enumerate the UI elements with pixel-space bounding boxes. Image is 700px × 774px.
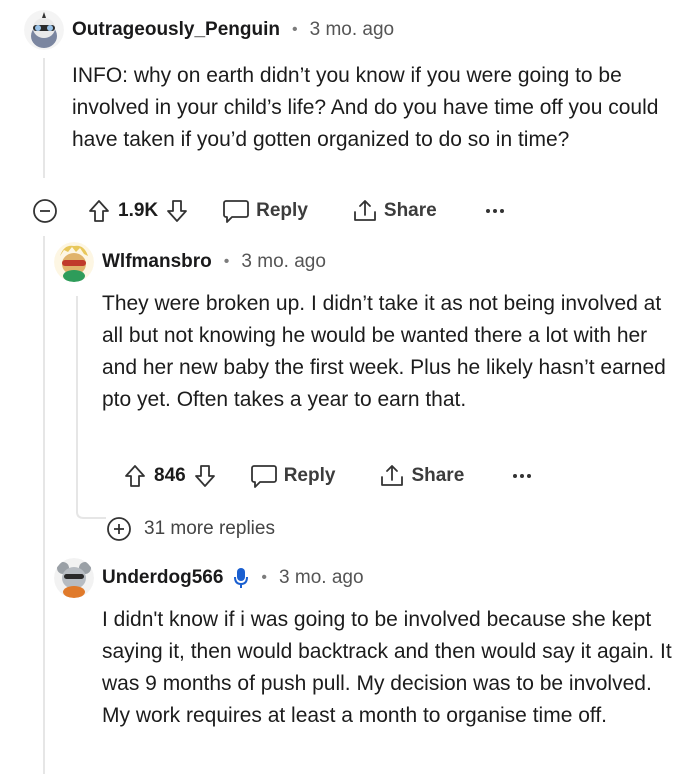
upvote-icon[interactable] [88,199,110,223]
share-label: Share [383,200,437,221]
vote-count: 1.9K [118,200,159,221]
comment-body: INFO: why on earth didn’t you know if yo… [72,64,659,151]
reply-button[interactable]: Reply [222,198,308,224]
avatar-wlfmansbro[interactable] [54,242,94,282]
comment-actions: 1.9K Reply Share [32,198,505,224]
separator-dot: • [291,21,298,38]
thread-line-reply [76,296,78,506]
avatar-outrageously-penguin[interactable] [24,10,64,50]
share-icon [352,198,378,224]
share-button[interactable]: Share [352,198,437,224]
share-icon [379,463,405,489]
timestamp: 3 mo. ago [309,19,395,40]
separator-dot: • [223,253,230,270]
reply-button[interactable]: Reply [250,463,336,489]
speech-bubble-icon [222,198,250,224]
ellipsis-icon[interactable] [485,207,505,215]
reply-label: Reply [256,200,308,221]
downvote-icon[interactable] [166,199,188,223]
thread-line-root [43,58,45,178]
comment-underdog566: Underdog566 • 3 mo. ago I didn't know if… [54,558,684,727]
timestamp: 3 mo. ago [241,251,326,272]
reply-label: Reply [283,465,336,486]
more-replies-link[interactable]: 31 more replies [76,502,275,542]
more-replies-label: 31 more replies [144,518,275,539]
microphone-icon [233,566,249,590]
username[interactable]: Outrageously_Penguin [72,19,280,41]
collapse-icon[interactable] [32,198,58,224]
share-button[interactable]: Share [379,463,464,489]
speech-bubble-icon [250,463,278,489]
downvote-icon[interactable] [194,464,216,488]
timestamp: 3 mo. ago [279,567,364,588]
upvote-icon[interactable] [124,464,146,488]
thread-curve [76,502,106,519]
username[interactable]: Wlfmansbro [102,251,212,273]
username[interactable]: Underdog566 [102,567,223,589]
avatar-underdog566[interactable] [54,558,94,598]
share-label: Share [411,465,465,486]
comment-outrageously-penguin: Outrageously_Penguin • 3 mo. ago INFO: w… [24,10,684,151]
comment-body: They were broken up. I didn’t take it as… [102,292,666,411]
thread-line-root-lower [43,236,45,774]
ellipsis-icon[interactable] [512,472,532,480]
comment-actions: 846 Reply Share [124,463,532,489]
vote-count: 846 [154,465,186,486]
comment-wlfmansbro: Wlfmansbro • 3 mo. ago They were broken … [54,242,684,411]
separator-dot: • [261,569,268,586]
comment-body: I didn't know if i was going to be invol… [102,608,672,727]
